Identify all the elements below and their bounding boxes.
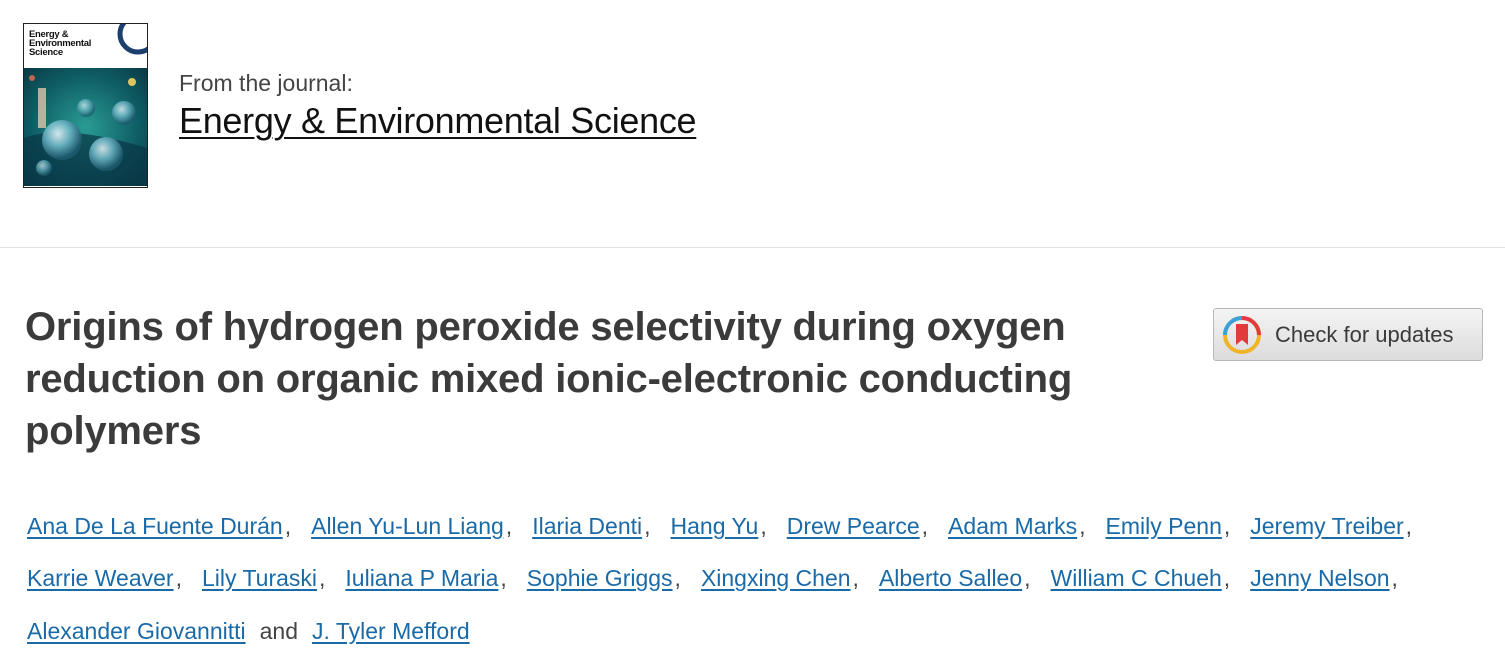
author-separator: , <box>852 565 859 592</box>
author-line: Karrie Weaver, Lily Turaski, Iuliana P M… <box>27 553 1487 606</box>
author-link[interactable]: Ilaria Denti <box>532 513 642 540</box>
author-link[interactable]: Jenny Nelson <box>1250 565 1389 592</box>
cover-artwork <box>24 68 147 186</box>
author-link[interactable]: Xingxing Chen <box>701 565 851 592</box>
author-separator: , <box>1079 512 1086 539</box>
author-line: Ana De La Fuente Durán, Allen Yu-Lun Lia… <box>27 500 1487 553</box>
author-separator: , <box>921 512 929 539</box>
author-link[interactable]: Adam Marks <box>948 513 1077 540</box>
cover-title: Energy & Environmental Science <box>29 30 91 58</box>
author-separator: , <box>284 512 292 539</box>
author-link[interactable]: Iuliana P Maria <box>345 565 498 592</box>
crossmark-icon <box>1223 315 1261 354</box>
journal-header: Energy & Environmental Science From the … <box>0 0 1505 248</box>
author-separator: , <box>674 565 681 592</box>
author-link[interactable]: Jeremy Treiber <box>1250 513 1403 540</box>
cover-title-line: Science <box>29 47 63 58</box>
author-link[interactable]: Allen Yu-Lun Liang <box>311 513 504 540</box>
author-link[interactable]: William C Chueh <box>1051 565 1222 592</box>
author-link[interactable]: J. Tyler Mefford <box>312 618 470 645</box>
author-separator: , <box>1223 565 1231 592</box>
author-separator: , <box>760 512 767 539</box>
cover-ring-accent <box>117 24 147 55</box>
author-link[interactable]: Drew Pearce <box>787 513 920 540</box>
author-separator: , <box>500 565 507 592</box>
author-link[interactable]: Ana De La Fuente Durán <box>27 513 283 540</box>
author-conjunction: and <box>259 617 298 644</box>
author-separator: , <box>505 512 513 539</box>
author-link[interactable]: Sophie Griggs <box>527 565 673 592</box>
author-separator: , <box>319 565 326 592</box>
journal-name-link[interactable]: Energy & Environmental Science <box>179 100 697 142</box>
author-link[interactable]: Emily Penn <box>1106 513 1222 540</box>
author-link[interactable]: Hang Yu <box>671 513 759 540</box>
author-separator: , <box>1024 565 1031 592</box>
check-for-updates-label: Check for updates <box>1275 321 1454 347</box>
author-line: Alexander Giovannitti and J. Tyler Meffo… <box>27 605 1487 658</box>
author-link[interactable]: Karrie Weaver <box>27 565 174 592</box>
author-list: Ana De La Fuente Durán, Allen Yu-Lun Lia… <box>27 500 1487 658</box>
journal-cover-image[interactable]: Energy & Environmental Science <box>23 23 148 188</box>
author-separator: , <box>644 512 651 539</box>
author-separator: , <box>1223 512 1231 539</box>
from-journal-label: From the journal: <box>179 70 353 96</box>
author-separator: , <box>175 565 182 592</box>
check-for-updates-button[interactable]: Check for updates <box>1213 308 1483 361</box>
author-separator: , <box>1391 565 1398 592</box>
author-link[interactable]: Alexander Giovannitti <box>27 618 246 645</box>
author-link[interactable]: Alberto Salleo <box>879 565 1022 592</box>
author-separator: , <box>1405 512 1413 539</box>
article-title: Origins of hydrogen peroxide selectivity… <box>25 305 1073 453</box>
author-link[interactable]: Lily Turaski <box>202 565 317 592</box>
